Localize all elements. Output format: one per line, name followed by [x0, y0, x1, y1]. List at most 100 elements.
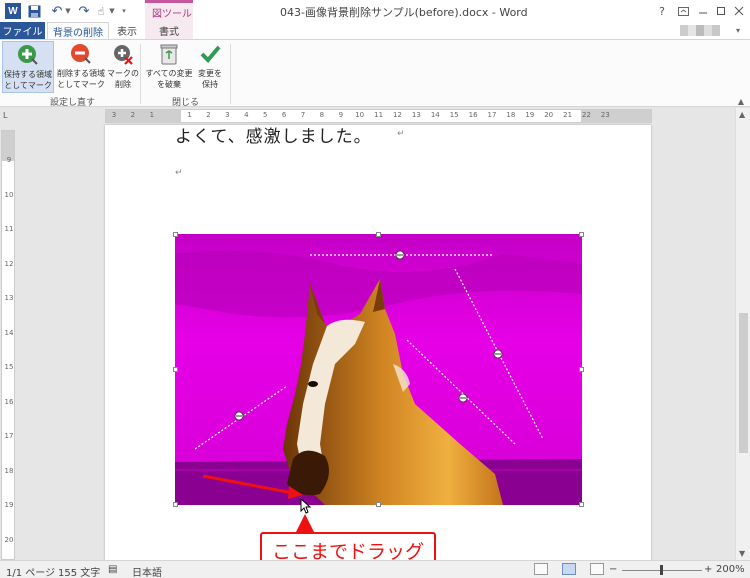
plus-circle-icon	[17, 44, 39, 66]
read-mode-button[interactable]	[534, 563, 548, 575]
callout-pointer	[296, 514, 314, 532]
ruler-tick-label: 13	[411, 111, 421, 119]
scroll-thumb[interactable]	[739, 313, 748, 453]
chevron-down-icon: ▾	[735, 26, 740, 35]
save-icon[interactable]	[27, 3, 41, 19]
ribbon: 保持する領域 としてマーク 削除する領域 としてマーク マークの 削除 すべての…	[0, 39, 750, 108]
ruler-tick-label: 15	[4, 363, 14, 371]
keep-changes-button[interactable]: 変更を 保持	[195, 41, 225, 93]
user-account-area[interactable]	[680, 25, 720, 36]
scroll-up-icon[interactable]: ▲	[739, 110, 745, 119]
ruler-tick-label: 1	[187, 111, 192, 119]
ruler-tick-label: 12	[4, 259, 14, 268]
undo-dropdown-icon[interactable]: ▼	[64, 3, 72, 19]
ruler-tick-label: 6	[281, 111, 287, 119]
ruler-tick-label: 7	[300, 111, 306, 119]
ruler-tick-label: 14	[430, 111, 440, 119]
zoom-in-button[interactable]: +	[704, 564, 712, 575]
web-layout-button[interactable]	[590, 563, 604, 575]
checkmark-icon	[199, 43, 221, 65]
resize-handle[interactable]	[173, 502, 178, 507]
discard-label: すべての変更 を破棄	[145, 69, 193, 89]
delete-mark-button[interactable]: マークの 削除	[107, 41, 139, 93]
tab-background-removal[interactable]: 背景の削除	[47, 22, 109, 39]
ruler-tick-label: 22	[582, 111, 591, 119]
zoom-slider-thumb[interactable]	[660, 565, 663, 575]
status-bar: 1/1 ページ 155 文字 ▤ 日本語 − + 200%	[0, 560, 750, 578]
horizontal-ruler[interactable]: 3 2 1 1 2 3 4 5 6 7 8 9 10 11 12 13 14 15 16 17 18 19 20 21 22 23	[105, 109, 652, 123]
scroll-down-icon[interactable]: ▼	[739, 549, 745, 558]
ruler-tick-label: 19	[525, 111, 535, 119]
ruler-margin-right	[581, 110, 651, 122]
mark-areas-to-remove-button[interactable]: 削除する領域 としてマーク	[56, 41, 106, 93]
ruler-tick-label: 3	[111, 111, 117, 119]
minus-circle-icon	[70, 43, 92, 65]
paragraph-mark: ↵	[175, 168, 183, 178]
tab-view[interactable]: 表示	[110, 22, 144, 39]
vertical-ruler[interactable]: 9 10 11 12 13 14 15 16 17 18 19 20	[1, 130, 15, 560]
body-text-line[interactable]: よくて、感激しました。	[175, 122, 372, 147]
paragraph-mark: ↵	[397, 129, 405, 139]
resize-handle[interactable]	[376, 232, 381, 237]
touch-mode-icon[interactable]: ☝	[95, 3, 107, 19]
resize-handle[interactable]	[579, 502, 584, 507]
horse-image-svg[interactable]	[175, 234, 582, 505]
word-window: W ↶ ▼ ↷ ☝ ▼ ▾ 図ツール 043-画像背景削除サンプル(before…	[0, 0, 750, 578]
resize-handle[interactable]	[376, 502, 381, 507]
customize-qat-icon[interactable]: ▾	[120, 3, 128, 19]
resize-handle[interactable]	[173, 367, 178, 372]
document-title: 043-画像背景削除サンプル(before).docx - Word	[280, 6, 528, 19]
ruler-tick-label: 9	[338, 111, 344, 119]
group-separator	[140, 44, 141, 104]
collapse-ribbon-icon[interactable]: ▲	[738, 97, 744, 106]
zoom-out-button[interactable]: −	[609, 564, 617, 575]
ruler-tick-label: 17	[4, 432, 14, 440]
title-bar: W ↶ ▼ ↷ ☝ ▼ ▾ 図ツール 043-画像背景削除サンプル(before…	[0, 0, 750, 22]
zoom-level[interactable]: 200%	[716, 564, 745, 575]
help-icon[interactable]: ?	[652, 2, 672, 20]
ruler-tick-label: 2	[130, 111, 136, 119]
horse-picture[interactable]	[173, 232, 584, 507]
ruler-tick-label: 2	[206, 111, 211, 119]
ruler-tick-label: 11	[374, 111, 384, 119]
ruler-tick-label: 14	[4, 328, 14, 337]
minimize-icon[interactable]	[693, 2, 713, 20]
resize-handle[interactable]	[579, 232, 584, 237]
tab-file[interactable]: ファイル	[0, 22, 45, 39]
page-count[interactable]: 1/1 ページ	[6, 564, 55, 578]
resize-handle[interactable]	[173, 232, 178, 237]
vertical-scrollbar[interactable]: ▲ ▼	[735, 108, 750, 560]
word-logo-icon[interactable]: W	[5, 3, 21, 19]
ruler-tick-label: 10	[355, 111, 365, 119]
ruler-tick-label: 16	[468, 111, 478, 119]
ruler-tick-label: 16	[4, 397, 14, 406]
mark-areas-to-keep-button[interactable]: 保持する領域 としてマーク	[2, 41, 54, 93]
tab-format[interactable]: 書式	[145, 22, 193, 39]
ruler-tick-label: 13	[4, 294, 14, 302]
ruler-tick-label: 5	[262, 111, 268, 119]
resize-handle[interactable]	[579, 367, 584, 372]
horse-eye	[308, 381, 318, 387]
undo-icon[interactable]: ↶	[50, 3, 64, 19]
ruler-tick-label: 23	[600, 111, 610, 119]
print-layout-button[interactable]	[562, 563, 576, 575]
discard-all-changes-button[interactable]: すべての変更 を破棄	[144, 41, 194, 93]
tab-selector-icon[interactable]: L	[3, 111, 13, 121]
ruler-tick-label: 4	[244, 111, 249, 119]
ruler-tick-label: 18	[4, 466, 14, 475]
ruler-tick-label: 12	[393, 111, 402, 119]
language-indicator[interactable]: 日本語	[132, 564, 162, 578]
touch-dropdown-icon[interactable]: ▼	[108, 3, 116, 19]
ribbon-display-icon[interactable]	[673, 2, 693, 20]
word-count[interactable]: 155 文字	[58, 564, 100, 578]
ruler-tick-label: 20	[544, 111, 554, 119]
redo-icon[interactable]: ↷	[77, 3, 91, 19]
proofing-icon[interactable]: ▤	[108, 564, 117, 575]
ruler-margin-left	[106, 110, 181, 122]
maximize-icon[interactable]	[711, 2, 731, 20]
ruler-tick-label: 17	[487, 111, 497, 119]
mouse-pointer-icon	[300, 498, 312, 514]
ruler-tick-label: 21	[563, 111, 573, 119]
ruler-tick-label: 15	[449, 111, 459, 119]
close-icon[interactable]	[729, 2, 749, 20]
